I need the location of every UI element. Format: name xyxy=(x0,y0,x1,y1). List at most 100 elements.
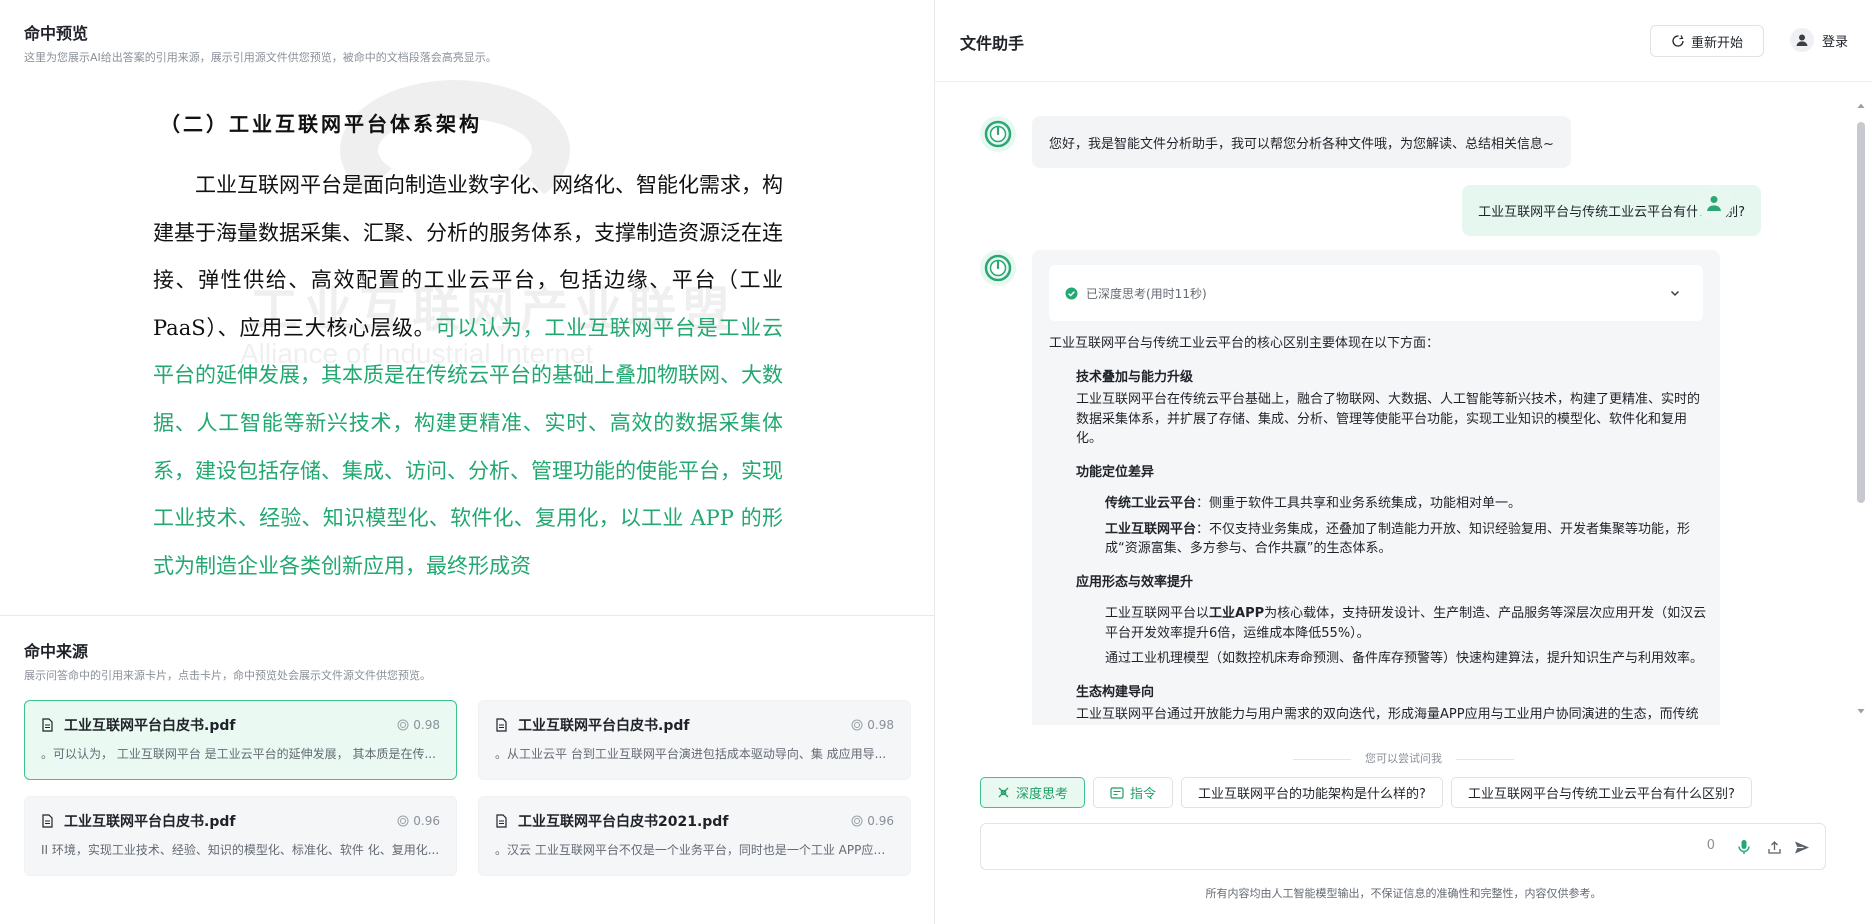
source-card-score-value: 0.96 xyxy=(867,814,894,828)
source-card-score: 0.96 xyxy=(397,814,440,828)
source-card-snippet: 。可以认为， 工业互联网平台 是工业云平台的延伸发展， 其本质是在传... xyxy=(41,747,436,761)
answer-section-text: 工业互联网平台在传统云平台基础上，融合了物联网、大数据、人工智能等新兴技术，构建… xyxy=(1076,392,1701,446)
answer-intro: 工业互联网平台与传统工业云平台的核心区别主要体现在以下方面： xyxy=(1049,336,1440,351)
user-icon xyxy=(1790,28,1814,52)
answer-bullet: 工业互联网平台以工业APP为核心载体，支持研发设计、生产制造、产品服务等深层次应… xyxy=(1105,604,1709,643)
bot-greeting-message: 您好，我是智能文件分析助手，我可以帮您分析各种文件哦，为您解读、总结相关信息~ xyxy=(1032,116,1571,168)
source-card-snippet: 。汉云 工业互联网平台不仅是一个业务平台，同时也是一个工业 APP应用... xyxy=(495,843,894,857)
thinking-status-bar[interactable]: 已深度思考(用时11秒) xyxy=(1049,265,1703,321)
source-card-score: 0.96 xyxy=(851,814,894,828)
restart-label: 重新开始 xyxy=(1690,35,1743,51)
answer-section-title: 生态构建导向 xyxy=(1076,684,1155,700)
document-paragraph: 工业互联网平台是面向制造业数字化、网络化、智能化需求，构建基于海量数据采集、汇聚… xyxy=(153,162,783,590)
login-label: 登录 xyxy=(1822,34,1849,50)
left-pane: 命中预览 这里为您展示AI给出答案的引用来源，展示引用源文件供您预览，被命中的文… xyxy=(0,0,935,924)
document-preview[interactable]: 工业互联网产业联盟 Alliance of Industrial Interne… xyxy=(0,70,935,615)
chat-scrollbar[interactable] xyxy=(1855,100,1867,720)
answer-bullet-bold: 工业APP xyxy=(1209,606,1265,621)
thinking-status-text: 已深度思考(用时11秒) xyxy=(1086,286,1207,301)
source-card-score-value: 0.98 xyxy=(413,718,440,732)
score-icon xyxy=(851,815,863,827)
document-heading: （二）工业互联网平台体系架构 xyxy=(160,112,482,136)
answer-bullet-label: 工业互联网平台 xyxy=(1105,521,1197,537)
source-card-score-value: 0.96 xyxy=(413,814,440,828)
source-card-name: 工业互联网平台白皮书.pdf xyxy=(64,718,236,734)
char-count: 0 xyxy=(1706,838,1715,853)
source-card-name: 工业互联网平台白皮书2021.pdf xyxy=(518,814,729,830)
deep-think-icon xyxy=(998,787,1009,798)
preview-title: 命中预览 xyxy=(24,24,89,43)
document-highlighted-text: 可以认为，工业互联网平台是工业云平台的延伸发展，其本质是在传统云平台的基础上叠加… xyxy=(153,315,783,578)
suggestion-chips: 深度思考 指令 工业互联网平台的功能架构是什么样的? 工业互联网平台与传统工业云… xyxy=(980,777,1752,808)
answer-bullet: 传统工业云平台：侧重于软件工具共享和业务系统集成，功能相对单一。 xyxy=(1105,494,1709,514)
source-card-score: 0.98 xyxy=(851,718,894,732)
message-input[interactable]: 0 xyxy=(980,823,1826,870)
source-section: 命中来源 展示问答命中的引用来源卡片，点击卡片，命中预览处会展示文件源文件供您预… xyxy=(0,615,935,924)
source-card-snippet: 。从工业云平 台到工业互联网平台演进包括成本驱动导向、集 成应用导... xyxy=(495,747,887,761)
command-label: 指令 xyxy=(1130,787,1157,802)
source-card-snippet: II 环境，实现工业技术、经验、知识的模型化、标准化、软件 化、复用化... xyxy=(41,843,440,857)
source-title: 命中来源 xyxy=(24,642,89,661)
chat-area[interactable]: 您好，我是智能文件分析助手，我可以帮您分析各种文件哦，为您解读、总结相关信息~ … xyxy=(935,100,1872,725)
suggested-question[interactable]: 工业互联网平台的功能架构是什么样的? xyxy=(1181,777,1443,808)
pdf-icon xyxy=(42,814,53,828)
source-card[interactable]: 工业互联网平台白皮书2021.pdf 0.96 。汉云 工业互联网平台不仅是一个… xyxy=(478,796,911,876)
scroll-thumb[interactable] xyxy=(1857,122,1865,503)
answer-bullet-text: ：侧重于软件工具共享和业务系统集成，功能相对单一。 xyxy=(1196,496,1522,511)
source-card[interactable]: 工业互联网平台白皮书.pdf 0.96 II 环境，实现工业技术、经验、知识的模… xyxy=(24,796,457,876)
score-icon xyxy=(397,719,409,731)
pdf-icon xyxy=(496,814,507,828)
assistant-title: 文件助手 xyxy=(960,34,1025,53)
answer-bullet-label: 传统工业云平台 xyxy=(1105,496,1197,511)
app: 命中预览 这里为您展示AI给出答案的引用来源，展示引用源文件供您预览，被命中的文… xyxy=(0,0,1872,924)
source-cards: 工业互联网平台白皮书.pdf 0.98 。可以认为， 工业互联网平台 是工业云平… xyxy=(24,700,911,876)
assistant-header: 文件助手 重新开始 登录 xyxy=(935,0,1872,82)
preview-header: 命中预览 这里为您展示AI给出答案的引用来源，展示引用源文件供您预览，被命中的文… xyxy=(24,20,497,65)
chevron-down-icon[interactable] xyxy=(1669,287,1681,299)
source-card[interactable]: 工业互联网平台白皮书.pdf 0.98 。从工业云平 台到工业互联网平台演进包括… xyxy=(478,700,911,780)
preview-description: 这里为您展示AI给出答案的引用来源，展示引用源文件供您预览，被命中的文档段落会高… xyxy=(24,51,497,64)
answer-bullet: 通过工业机理模型（如数控机床寿命预测、备件库存预警等）快速构建算法，提升知识生产… xyxy=(1105,651,1704,666)
answer-bullet-text: 工业互联网平台以 xyxy=(1105,606,1210,621)
source-card-name: 工业互联网平台白皮书.pdf xyxy=(518,718,690,734)
answer-content: 工业互联网平台与传统工业云平台的核心区别主要体现在以下方面： 技术叠加与能力升级… xyxy=(1049,334,1709,725)
deep-think-label: 深度思考 xyxy=(1016,787,1069,802)
document-body: 工业互联网平台是面向制造业数字化、网络化、智能化需求，构建基于海量数据采集、汇聚… xyxy=(153,162,783,590)
answer-section-title: 技术叠加与能力升级 xyxy=(1076,369,1194,385)
check-circle-icon xyxy=(1065,287,1078,299)
source-card-name: 工业互联网平台白皮书.pdf xyxy=(64,814,236,830)
mic-icon[interactable] xyxy=(1735,838,1753,856)
source-card-score-value: 0.98 xyxy=(867,718,894,732)
source-description: 展示问答命中的引用来源卡片，点击卡片，命中预览处会展示文件源文件供您预览。 xyxy=(24,669,431,682)
answer-section-title: 应用形态与效率提升 xyxy=(1076,574,1194,590)
document-normal-text: 工业互联网平台是面向制造业数字化、网络化、智能化需求，构建基于海量数据采集、汇聚… xyxy=(153,173,783,340)
suggested-question[interactable]: 工业互联网平台与传统工业云平台有什么区别? xyxy=(1450,777,1752,808)
bot-avatar-icon xyxy=(980,116,1016,152)
suggest-label: 您可以尝试问我 xyxy=(935,750,1872,766)
scroll-up-icon[interactable] xyxy=(1855,100,1867,112)
answer-bullet: 工业互联网平台：不仅支持业务集成，还叠加了制造能力开放、知识经验复用、开发者集聚… xyxy=(1105,520,1709,559)
source-card-score: 0.98 xyxy=(397,718,440,732)
score-icon xyxy=(397,815,409,827)
answer-section-text: 工业互联网平台通过开放能力与用户需求的双向迭代，形成海量APP应用与工业用户协同… xyxy=(1076,707,1699,722)
send-icon[interactable] xyxy=(1793,838,1811,856)
pdf-icon xyxy=(496,718,507,732)
scroll-down-icon[interactable] xyxy=(1855,705,1867,717)
user-avatar-icon xyxy=(1696,185,1732,221)
restart-icon xyxy=(1672,35,1684,47)
right-pane: 文件助手 重新开始 登录 您好，我是智能文件分析助手，我可以帮您分析各种文件哦，… xyxy=(935,0,1872,924)
upload-icon[interactable] xyxy=(1765,838,1783,856)
suggest-label-text: 您可以尝试问我 xyxy=(1365,752,1442,765)
command-icon xyxy=(1110,786,1124,799)
disclaimer-note: 所有内容均由人工智能模型输出，不保证信息的准确性和完整性，内容仅供参考。 xyxy=(1205,887,1602,900)
source-header: 命中来源 展示问答命中的引用来源卡片，点击卡片，命中预览处会展示文件源文件供您预… xyxy=(24,638,431,683)
bot-answer-message: 已深度思考(用时11秒) 工业互联网平台与传统工业云平台的核心区别主要体现在以下… xyxy=(1032,250,1720,725)
login-button[interactable]: 登录 xyxy=(1790,28,1848,52)
bot-avatar-icon xyxy=(980,250,1016,286)
restart-button[interactable]: 重新开始 xyxy=(1650,25,1764,57)
score-icon xyxy=(851,719,863,731)
command-button[interactable]: 指令 xyxy=(1093,777,1174,808)
answer-section-title: 功能定位差异 xyxy=(1076,464,1155,480)
source-card[interactable]: 工业互联网平台白皮书.pdf 0.98 。可以认为， 工业互联网平台 是工业云平… xyxy=(24,700,457,780)
deep-think-toggle[interactable]: 深度思考 xyxy=(980,777,1086,808)
